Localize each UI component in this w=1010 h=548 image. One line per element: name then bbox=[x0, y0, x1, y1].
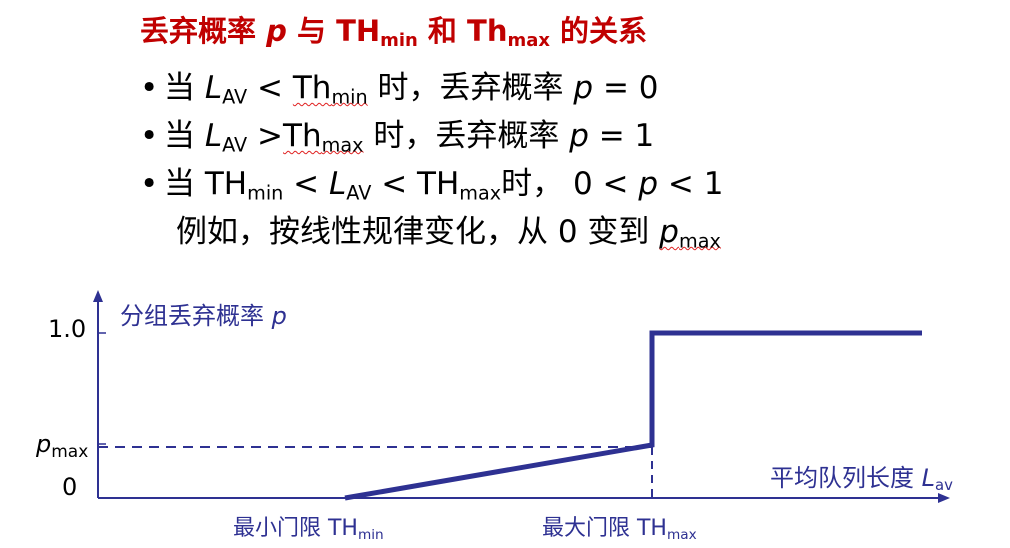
y-axis-label: 分组丢弃概率 p bbox=[120, 302, 287, 330]
th-max-label: 最大门限 THmax bbox=[542, 516, 697, 543]
th-min-label: 最小门限 THmin bbox=[233, 516, 384, 543]
y-axis-arrow bbox=[93, 290, 103, 302]
x-axis-arrow bbox=[938, 493, 950, 503]
tick-label-1: 1.0 bbox=[48, 315, 87, 343]
x-axis-label: 平均队列长度 Lav bbox=[770, 464, 953, 495]
tick-label-pmax: pmax bbox=[36, 430, 89, 462]
tick-label-0: 0 bbox=[62, 473, 78, 501]
